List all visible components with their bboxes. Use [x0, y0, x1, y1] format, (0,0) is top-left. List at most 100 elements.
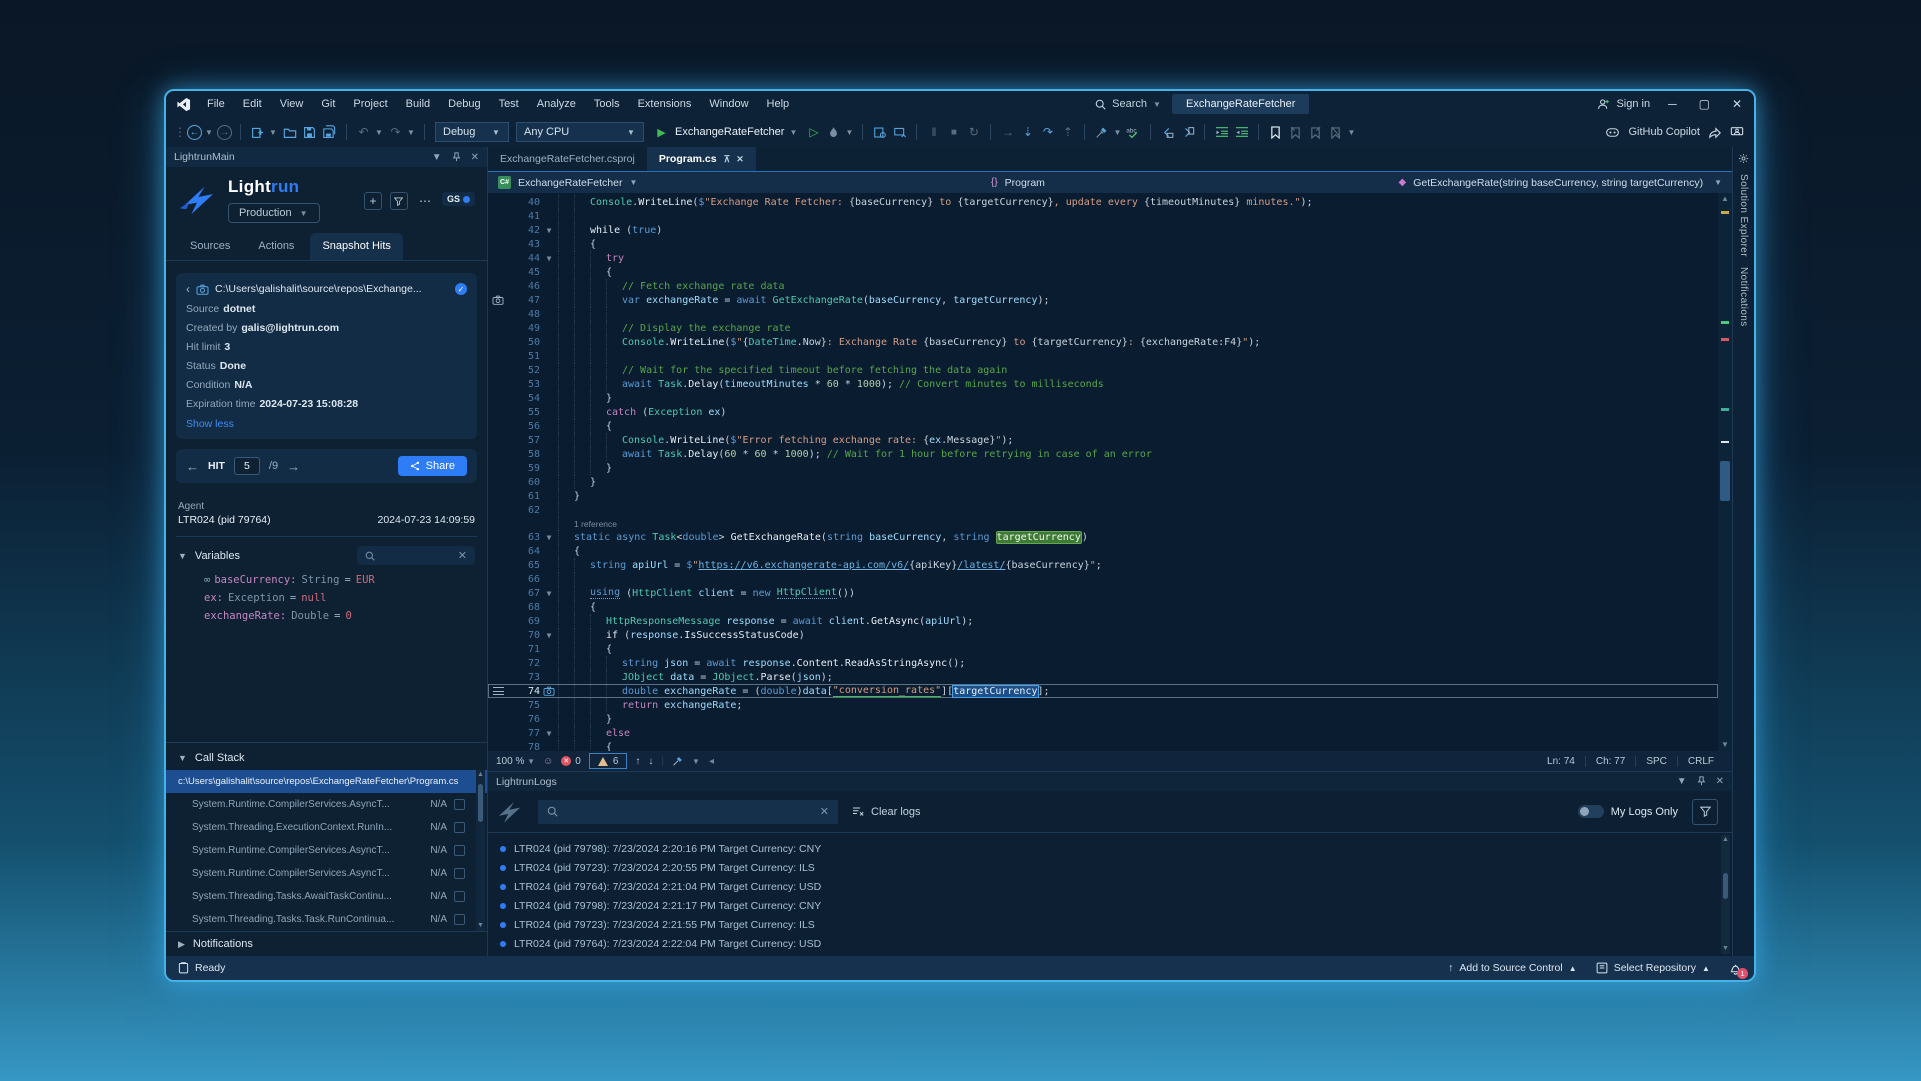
- callstack-frame[interactable]: System.Threading.Tasks.Task.RunContinua.…: [166, 908, 487, 931]
- menu-item-debug[interactable]: Debug: [440, 95, 488, 113]
- hit-number-input[interactable]: 5: [234, 457, 260, 475]
- bookmarks-dropdown[interactable]: ▼: [1347, 128, 1356, 137]
- variable-row[interactable]: ex:Exception=null: [166, 589, 487, 607]
- fold-chevron-icon[interactable]: ▼: [540, 226, 558, 235]
- restart-button[interactable]: ↻: [965, 123, 982, 141]
- panel-pin-icon[interactable]: [452, 152, 461, 163]
- code-line-72[interactable]: 72string json = await response.Content.R…: [488, 656, 1718, 670]
- minimize-button[interactable]: ─: [1668, 97, 1677, 111]
- code-line-50[interactable]: 50Console.WriteLine($"{DateTime.Now}: Ex…: [488, 335, 1718, 349]
- fold-chevron-icon[interactable]: ▼: [540, 254, 558, 263]
- fold-chevron-icon[interactable]: ▼: [540, 533, 558, 542]
- code-line-42[interactable]: 42▼while (true): [488, 223, 1718, 237]
- callstack-frame[interactable]: System.Threading.ExecutionContext.RunIn.…: [166, 816, 487, 839]
- add-action-button[interactable]: +: [364, 192, 382, 210]
- log-entry[interactable]: LTR024 (pid 79723): 7/23/2024 2:20:55 PM…: [494, 858, 1732, 877]
- log-entry[interactable]: LTR024 (pid 79723): 7/23/2024 2:21:55 PM…: [494, 915, 1732, 934]
- frame-box-icon[interactable]: [454, 822, 465, 833]
- close-tab-icon[interactable]: ✕: [736, 154, 744, 165]
- new-project-dropdown[interactable]: ▼: [269, 128, 278, 137]
- more-options-button[interactable]: ⋯: [416, 192, 434, 210]
- hot-reload-dropdown[interactable]: ▼: [845, 128, 854, 137]
- code-line-56[interactable]: 56{: [488, 419, 1718, 433]
- code-line-65[interactable]: 65string apiUrl = $"https://v6.exchanger…: [488, 558, 1718, 572]
- notifications-bell-icon[interactable]: 1: [1729, 962, 1742, 975]
- copilot-label[interactable]: GitHub Copilot: [1628, 126, 1700, 138]
- stop-button[interactable]: ■: [945, 123, 962, 141]
- code-line-52[interactable]: 52// Wait for the specified timeout befo…: [488, 363, 1718, 377]
- start-without-debugging-button[interactable]: ▷: [805, 123, 822, 141]
- fold-chevron-icon[interactable]: ▼: [540, 631, 558, 640]
- snapshot-camera-gutter-icon[interactable]: [488, 295, 508, 305]
- clear-search-icon[interactable]: ✕: [820, 805, 829, 818]
- search-box[interactable]: Search ▼: [1085, 95, 1172, 113]
- code-line-45[interactable]: 45{: [488, 265, 1718, 279]
- log-entry[interactable]: LTR024 (pid 79798): 7/23/2024 2:21:17 PM…: [494, 896, 1732, 915]
- logs-close-icon[interactable]: ✕: [1716, 776, 1724, 787]
- code-cleanup-button[interactable]: [1093, 123, 1110, 141]
- prev-issue-button[interactable]: ↑: [635, 756, 640, 767]
- add-to-source-control-button[interactable]: ↑ Add to Source Control ▲: [1448, 962, 1578, 974]
- variable-row[interactable]: exchangeRate:Double=0: [166, 607, 487, 625]
- navigate-backward-code-button[interactable]: [1159, 123, 1176, 141]
- panel-close-icon[interactable]: ✕: [471, 152, 479, 163]
- code-line-68[interactable]: 68{: [488, 600, 1718, 614]
- logs-search-input[interactable]: ✕: [538, 800, 838, 824]
- back-dropdown[interactable]: ▼: [205, 128, 214, 137]
- lightrun-tab-sources[interactable]: Sources: [178, 233, 242, 260]
- prev-bookmark-button[interactable]: [1287, 123, 1304, 141]
- user-badge[interactable]: GS: [442, 192, 475, 206]
- health-indicator-icon[interactable]: ☺: [543, 756, 553, 767]
- close-button[interactable]: ✕: [1732, 97, 1742, 111]
- next-hit-button[interactable]: →: [287, 459, 300, 474]
- open-folder-button[interactable]: [281, 123, 298, 141]
- code-line-77[interactable]: 77▼else: [488, 726, 1718, 740]
- code-line-75[interactable]: 75return exchangeRate;: [488, 698, 1718, 712]
- callstack-frame-selected[interactable]: c:\Users\galishalit\source\repos\Exchang…: [166, 770, 487, 793]
- navigate-back-button[interactable]: ←: [187, 125, 202, 140]
- menu-item-extensions[interactable]: Extensions: [630, 95, 700, 113]
- show-less-link[interactable]: Show less: [186, 418, 467, 430]
- feedback-person-icon[interactable]: [1730, 126, 1744, 139]
- code-line-60[interactable]: 60}: [488, 475, 1718, 489]
- log-entry[interactable]: LTR024 (pid 79764): 7/23/2024 2:21:04 PM…: [494, 877, 1732, 896]
- code-line-71[interactable]: 71{: [488, 642, 1718, 656]
- variables-header[interactable]: ▼ Variables ✕: [166, 537, 487, 571]
- filter-button[interactable]: [390, 192, 408, 210]
- decrease-indent-button[interactable]: [1213, 123, 1230, 141]
- code-line-76[interactable]: 76}: [488, 712, 1718, 726]
- navigate-forward-button[interactable]: →: [217, 125, 232, 140]
- tab-solution-explorer[interactable]: Solution Explorer: [1738, 174, 1749, 257]
- menu-item-git[interactable]: Git: [313, 95, 343, 113]
- callstack-frame[interactable]: System.Runtime.CompilerServices.AsyncT..…: [166, 862, 487, 885]
- code-line-70[interactable]: 70▼if (response.IsSuccessStatusCode): [488, 628, 1718, 642]
- code-line-44[interactable]: 44▼try: [488, 251, 1718, 265]
- undo-button[interactable]: ↶: [355, 123, 372, 141]
- navigate-forward-code-button[interactable]: [1179, 123, 1196, 141]
- error-count[interactable]: ✕0: [561, 756, 581, 767]
- code-line-49[interactable]: 49// Display the exchange rate: [488, 321, 1718, 335]
- save-all-button[interactable]: [321, 123, 338, 141]
- breadcrumb-type[interactable]: Program: [1005, 177, 1045, 189]
- start-debugging-button[interactable]: ▶ ExchangeRateFetcher ▼: [649, 121, 802, 143]
- collapse-margin-icon[interactable]: ◂: [709, 756, 714, 767]
- menu-item-build[interactable]: Build: [398, 95, 438, 113]
- zoom-level-select[interactable]: 100 % ▼: [496, 756, 535, 767]
- code-editor[interactable]: 40Console.WriteLine($"Exchange Rate Fetc…: [488, 193, 1718, 751]
- spaces-indicator[interactable]: SPC: [1635, 756, 1677, 767]
- frame-box-icon[interactable]: [454, 914, 465, 925]
- code-line-64[interactable]: 64{: [488, 544, 1718, 558]
- code-cleanup-dropdown[interactable]: ▼: [1113, 128, 1122, 137]
- code-line-66[interactable]: 66: [488, 572, 1718, 586]
- code-line-74[interactable]: 74double exchangeRate = (double)data["co…: [488, 684, 1718, 698]
- frame-box-icon[interactable]: [454, 891, 465, 902]
- column-indicator[interactable]: Ch: 77: [1585, 756, 1635, 767]
- menu-item-project[interactable]: Project: [345, 95, 395, 113]
- increase-indent-button[interactable]: [1233, 123, 1250, 141]
- maximize-button[interactable]: ▢: [1699, 97, 1710, 111]
- code-line-55[interactable]: 55catch (Exception ex): [488, 405, 1718, 419]
- code-line-41[interactable]: 41: [488, 209, 1718, 223]
- code-line-62[interactable]: 62: [488, 503, 1718, 517]
- snapshot-path[interactable]: C:\Users\galishalit\source\repos\Exchang…: [215, 283, 449, 295]
- redo-dropdown[interactable]: ▼: [407, 128, 416, 137]
